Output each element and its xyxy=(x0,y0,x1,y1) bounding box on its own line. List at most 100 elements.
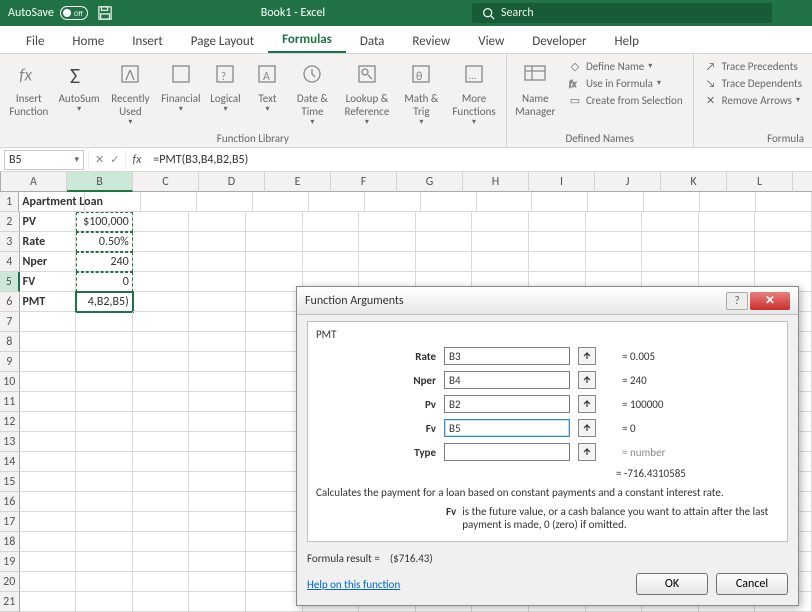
cell-D19[interactable] xyxy=(189,552,246,572)
cell-I2[interactable] xyxy=(472,212,529,232)
cancel-button[interactable]: Cancel xyxy=(716,573,788,595)
cell-B6[interactable]: 4,B2,B5) xyxy=(76,292,133,312)
remove-arrows-button[interactable]: ✕Remove Arrows▾ xyxy=(702,92,804,108)
row-header-19[interactable]: 19 xyxy=(0,552,20,572)
cell-N3[interactable] xyxy=(755,232,812,252)
cell-B4[interactable]: 240 xyxy=(76,252,133,272)
cell-D14[interactable] xyxy=(189,452,246,472)
cell-A4[interactable]: Nper xyxy=(20,252,77,272)
ok-button[interactable]: OK xyxy=(636,573,708,595)
name-manager-button[interactable]: Name Manager xyxy=(511,56,560,120)
row-header-16[interactable]: 16 xyxy=(0,492,20,512)
tab-home[interactable]: Home xyxy=(58,30,118,53)
cell-M4[interactable] xyxy=(699,252,756,272)
cell-M1[interactable] xyxy=(700,192,756,212)
cell-B11[interactable] xyxy=(76,392,133,412)
dialog-help-button[interactable]: ? xyxy=(726,292,748,310)
cell-I1[interactable] xyxy=(477,192,533,212)
cell-C15[interactable] xyxy=(133,472,190,492)
cell-B17[interactable] xyxy=(76,512,133,532)
arg-input-nper[interactable]: B4 xyxy=(444,371,570,389)
col-header-H[interactable]: H xyxy=(463,172,529,192)
dialog-title-bar[interactable]: Function Arguments ? ✕ xyxy=(297,287,798,315)
row-header-5[interactable]: 5 xyxy=(0,272,20,292)
cell-A17[interactable] xyxy=(20,512,77,532)
fx-icon[interactable]: fx xyxy=(126,153,147,167)
row-header-2[interactable]: 2 xyxy=(0,212,20,232)
cell-E6[interactable] xyxy=(246,292,303,312)
cell-F2[interactable] xyxy=(303,212,360,232)
cell-H4[interactable] xyxy=(416,252,473,272)
tab-developer[interactable]: Developer xyxy=(518,30,600,53)
cell-C6[interactable] xyxy=(133,292,190,312)
cell-E20[interactable] xyxy=(246,572,303,592)
tab-page-layout[interactable]: Page Layout xyxy=(177,30,268,53)
cell-C9[interactable] xyxy=(133,352,190,372)
tab-help[interactable]: Help xyxy=(601,30,653,53)
col-header-J[interactable]: J xyxy=(595,172,661,192)
cell-D9[interactable] xyxy=(189,352,246,372)
col-header-C[interactable]: C xyxy=(133,172,199,192)
col-header-I[interactable]: I xyxy=(529,172,595,192)
row-header-8[interactable]: 8 xyxy=(0,332,20,352)
cell-B9[interactable] xyxy=(76,352,133,372)
cell-D4[interactable] xyxy=(189,252,246,272)
collapse-dialog-icon[interactable] xyxy=(578,395,596,413)
cell-J4[interactable] xyxy=(529,252,586,272)
cell-E16[interactable] xyxy=(246,492,303,512)
cell-E18[interactable] xyxy=(246,532,303,552)
row-header-21[interactable]: 21 xyxy=(0,592,20,612)
cell-B3[interactable]: 0.50% xyxy=(76,232,133,252)
cell-C21[interactable] xyxy=(133,592,190,612)
cell-B14[interactable] xyxy=(76,452,133,472)
help-link[interactable]: Help on this function xyxy=(307,578,400,591)
cell-B1[interactable] xyxy=(85,192,141,212)
cell-E8[interactable] xyxy=(246,332,303,352)
cell-G3[interactable] xyxy=(359,232,416,252)
cell-K4[interactable] xyxy=(586,252,643,272)
cell-C3[interactable] xyxy=(133,232,190,252)
cell-D1[interactable] xyxy=(197,192,253,212)
cell-C8[interactable] xyxy=(133,332,190,352)
tab-file[interactable]: File xyxy=(12,30,58,53)
cell-A1[interactable]: Apartment Loan xyxy=(19,192,85,212)
row-header-18[interactable]: 18 xyxy=(0,532,20,552)
arg-input-fv[interactable]: B5 xyxy=(444,419,570,437)
cell-M3[interactable] xyxy=(699,232,756,252)
cell-B10[interactable] xyxy=(76,372,133,392)
cell-C1[interactable] xyxy=(141,192,197,212)
dialog-close-button[interactable]: ✕ xyxy=(750,292,790,310)
tab-data[interactable]: Data xyxy=(346,30,399,53)
cell-E9[interactable] xyxy=(246,352,303,372)
cell-C12[interactable] xyxy=(133,412,190,432)
cell-E5[interactable] xyxy=(246,272,303,292)
autosum-button[interactable]: ΣAutoSum▾ xyxy=(56,56,103,117)
cell-D3[interactable] xyxy=(189,232,246,252)
cell-C18[interactable] xyxy=(133,532,190,552)
cell-G1[interactable] xyxy=(365,192,421,212)
cell-D7[interactable] xyxy=(189,312,246,332)
autosave-toggle[interactable]: AutoSave Off xyxy=(0,6,96,20)
cell-I3[interactable] xyxy=(472,232,529,252)
cell-D17[interactable] xyxy=(189,512,246,532)
date-time-button[interactable]: Date & Time▾ xyxy=(289,56,335,130)
cell-C20[interactable] xyxy=(133,572,190,592)
row-header-12[interactable]: 12 xyxy=(0,412,20,432)
cell-B16[interactable] xyxy=(76,492,133,512)
arg-input-pv[interactable]: B2 xyxy=(444,395,570,413)
cell-A16[interactable] xyxy=(20,492,77,512)
cell-C2[interactable] xyxy=(133,212,190,232)
create-from-selection-button[interactable]: ▭Create from Selection xyxy=(566,92,685,108)
cell-K2[interactable] xyxy=(586,212,643,232)
row-header-13[interactable]: 13 xyxy=(0,432,20,452)
arg-input-rate[interactable]: B3 xyxy=(444,347,570,365)
cell-L2[interactable] xyxy=(642,212,699,232)
cell-H3[interactable] xyxy=(416,232,473,252)
cell-B5[interactable]: 0 xyxy=(76,272,133,292)
row-header-7[interactable]: 7 xyxy=(0,312,20,332)
cell-E11[interactable] xyxy=(246,392,303,412)
cell-D12[interactable] xyxy=(189,412,246,432)
text-button[interactable]: AText▾ xyxy=(247,56,287,117)
cell-C10[interactable] xyxy=(133,372,190,392)
row-header-15[interactable]: 15 xyxy=(0,472,20,492)
